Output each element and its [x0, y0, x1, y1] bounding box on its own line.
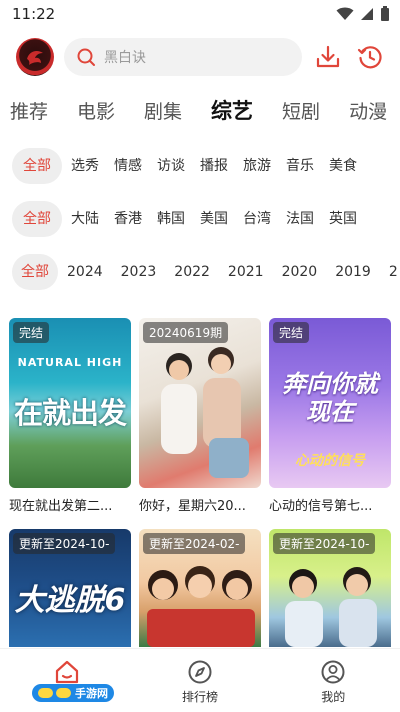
tab-variety[interactable]: 综艺 [211, 95, 254, 125]
nav-ranking-label: 排行榜 [181, 690, 218, 704]
filter-region-option[interactable]: 英国 [329, 201, 357, 237]
filter-type-option[interactable]: 音乐 [286, 148, 314, 184]
nav-ranking[interactable]: 排行榜 [160, 659, 240, 705]
status-time: 11:22 [12, 5, 56, 23]
game-site-logo-icon [38, 688, 71, 698]
search-placeholder: 黑白诀 [104, 50, 146, 66]
status-bar: 11:22 [0, 0, 400, 28]
filter-year-option[interactable]: 2022 [174, 254, 210, 290]
filter-region-all[interactable]: 全部 [12, 201, 62, 237]
tab-recommend[interactable]: 推荐 [10, 97, 48, 124]
app-logo[interactable] [16, 38, 54, 76]
poster-people-illustration [285, 567, 377, 647]
filter-year-row: 全部 2024 2023 2022 2021 2020 2019 2 [0, 252, 400, 292]
status-icons [336, 6, 390, 22]
filter-year-option[interactable]: 2021 [228, 254, 264, 290]
filter-type-row: 全部 选秀 情感 访谈 播报 旅游 音乐 美食 [0, 146, 400, 186]
show-card[interactable]: 20240619期 你好，星期六20... [139, 318, 261, 514]
filter-year-all[interactable]: 全部 [12, 254, 58, 290]
watermark-text: 手游网 [75, 687, 108, 700]
card-title: 心动的信号第七... [269, 499, 373, 514]
watermark-logo: 手游网 [32, 684, 114, 702]
poster-image: 20240619期 [139, 318, 261, 488]
filter-region-row: 全部 大陆 香港 韩国 美国 台湾 法国 英国 [0, 199, 400, 239]
user-icon [321, 660, 345, 684]
search-icon [77, 48, 95, 66]
nav-profile-label: 我的 [321, 690, 346, 704]
tab-series[interactable]: 剧集 [144, 97, 182, 124]
filter-region-option[interactable]: 大陆 [71, 201, 99, 237]
show-card[interactable]: 完结 NATURAL HIGH 在就出发 现在就出发第二... [9, 318, 131, 514]
filter-type-option[interactable]: 选秀 [71, 148, 99, 184]
filter-year-option[interactable]: 2023 [121, 254, 157, 290]
poster-image: 更新至2024-10- 大逃脱6 [9, 529, 131, 647]
filter-type-all[interactable]: 全部 [12, 148, 62, 184]
filter-type-option[interactable]: 美食 [329, 148, 357, 184]
home-icon [55, 660, 78, 684]
poster-title-text: 大逃脱6 [14, 583, 126, 618]
poster-image: 更新至2024-10- [269, 529, 391, 647]
filter-year-option[interactable]: 2 [389, 254, 398, 290]
status-badge: 完结 [13, 322, 50, 343]
status-badge: 更新至2024-10- [13, 533, 116, 554]
tab-short-drama[interactable]: 短剧 [282, 97, 320, 124]
compass-icon [188, 660, 212, 684]
download-icon [316, 45, 340, 68]
tab-anime[interactable]: 动漫 [349, 97, 387, 124]
nav-profile[interactable]: 我的 [293, 659, 373, 705]
filter-region-option[interactable]: 台湾 [243, 201, 271, 237]
filter-region-option[interactable]: 法国 [286, 201, 314, 237]
poster-image: 完结 NATURAL HIGH 在就出发 [9, 318, 131, 488]
poster-image: 更新至2024-02- [139, 529, 261, 647]
filter-year-option[interactable]: 2019 [335, 254, 371, 290]
filter-type-option[interactable]: 播报 [200, 148, 228, 184]
history-button[interactable] [354, 41, 386, 73]
wifi-icon [336, 7, 354, 20]
poster-image: 完结 奔向你就现在 心动的信号 [269, 318, 391, 488]
poster-logo-text: NATURAL HIGH [17, 356, 123, 369]
dragon-logo-icon [27, 51, 43, 65]
poster-people-illustration [147, 566, 255, 647]
filter-region-option[interactable]: 香港 [114, 201, 142, 237]
battery-icon [381, 6, 389, 21]
download-button[interactable] [312, 41, 344, 73]
top-bar: 黑白诀 [0, 34, 400, 80]
status-badge: 完结 [273, 322, 310, 343]
show-card[interactable]: 更新至2024-10- 大逃脱6 [9, 529, 131, 647]
bottom-nav: 排行榜 我的 [0, 648, 400, 712]
filter-type-option[interactable]: 旅游 [243, 148, 271, 184]
tab-movie[interactable]: 电影 [77, 97, 115, 124]
filter-type-option[interactable]: 情感 [114, 148, 142, 184]
filter-type-option[interactable]: 访谈 [157, 148, 185, 184]
filter-region-option[interactable]: 韩国 [157, 201, 185, 237]
show-card[interactable]: 完结 奔向你就现在 心动的信号 心动的信号第七... [269, 318, 391, 514]
filter-year-option[interactable]: 2024 [67, 254, 103, 290]
filter-region-option[interactable]: 美国 [200, 201, 228, 237]
search-input[interactable]: 黑白诀 [64, 38, 302, 76]
category-tabs: 推荐 电影 剧集 综艺 短剧 动漫 [0, 88, 400, 132]
card-title: 你好，星期六20... [139, 499, 246, 514]
poster-logo-text: 心动的信号 [295, 453, 365, 469]
poster-title-text: 在就出发 [13, 396, 127, 430]
poster-title-text: 奔向你就现在 [282, 370, 378, 426]
show-card[interactable]: 更新至2024-10- [269, 529, 391, 647]
poster-people-illustration [161, 347, 249, 478]
history-icon [357, 46, 382, 69]
filter-year-option[interactable]: 2020 [282, 254, 318, 290]
card-title: 现在就出发第二... [9, 499, 113, 514]
show-card[interactable]: 更新至2024-02- [139, 529, 261, 647]
signal-icon [361, 8, 373, 20]
